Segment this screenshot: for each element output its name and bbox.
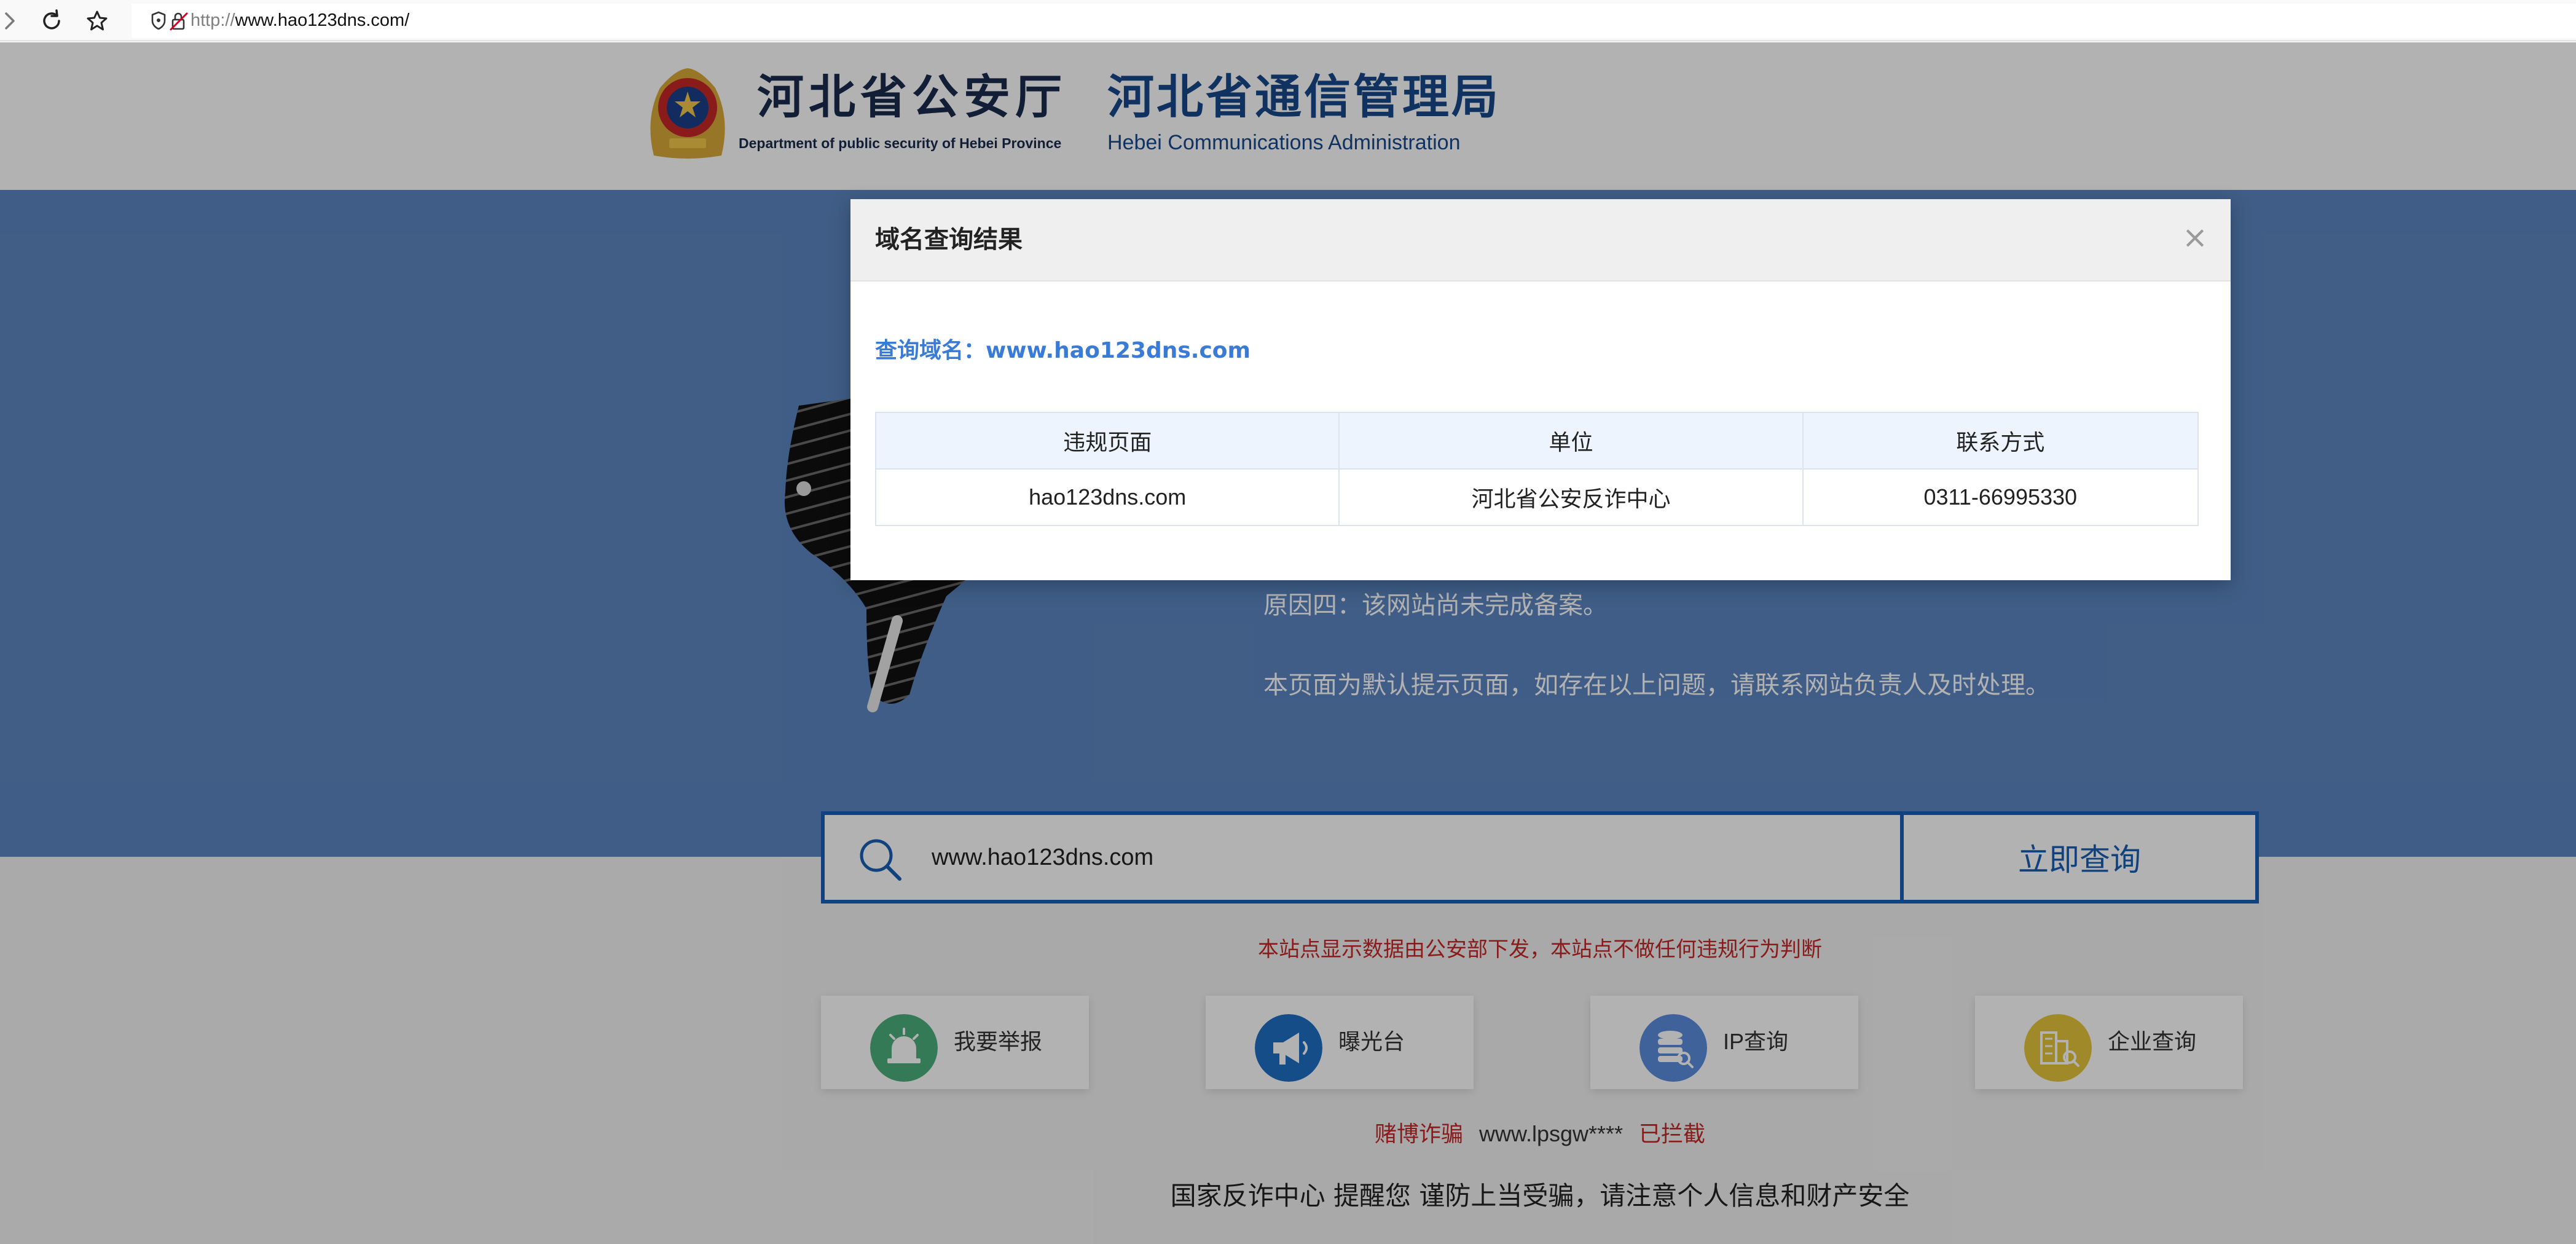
query-domain: www.hao123dns.com — [986, 338, 1251, 363]
query-label: 查询域名： — [875, 338, 986, 363]
url-bar[interactable] — [132, 4, 2576, 38]
cell-unit: 河北省公安反诈中心 — [1338, 468, 1804, 526]
header-unit: 单位 — [1338, 412, 1804, 470]
queried-domain: 查询域名：www.hao123dns.com — [875, 336, 1251, 366]
result-table: 违规页面 单位 联系方式 hao123dns.com 河北省公安反诈中心 031… — [874, 412, 2199, 526]
url-text[interactable]: http://www.hao123dns.com/ — [190, 8, 409, 33]
url-scheme: http:// — [190, 10, 235, 30]
reload-icon[interactable] — [36, 5, 68, 37]
star-icon[interactable] — [81, 5, 113, 37]
modal-header: 域名查询结果 × — [850, 199, 2231, 281]
modal-title: 域名查询结果 — [875, 226, 1023, 254]
table-row: hao123dns.com 河北省公安反诈中心 0311-66995330 — [874, 468, 2199, 526]
header-contact: 联系方式 — [1802, 412, 2199, 470]
domain-result-modal: 域名查询结果 × 查询域名：www.hao123dns.com 违规页面 单位 … — [850, 199, 2231, 580]
url-host: www.hao123dns.com/ — [235, 10, 410, 30]
close-icon[interactable]: × — [2178, 220, 2212, 254]
forward-icon[interactable] — [0, 5, 32, 37]
table-header-row: 违规页面 单位 联系方式 — [874, 412, 2199, 470]
header-violation-page: 违规页面 — [874, 412, 1340, 470]
cell-violation-page: hao123dns.com — [874, 468, 1340, 526]
browser-toolbar: http://www.hao123dns.com/ — [0, 0, 2576, 41]
cell-contact: 0311-66995330 — [1802, 468, 2199, 526]
